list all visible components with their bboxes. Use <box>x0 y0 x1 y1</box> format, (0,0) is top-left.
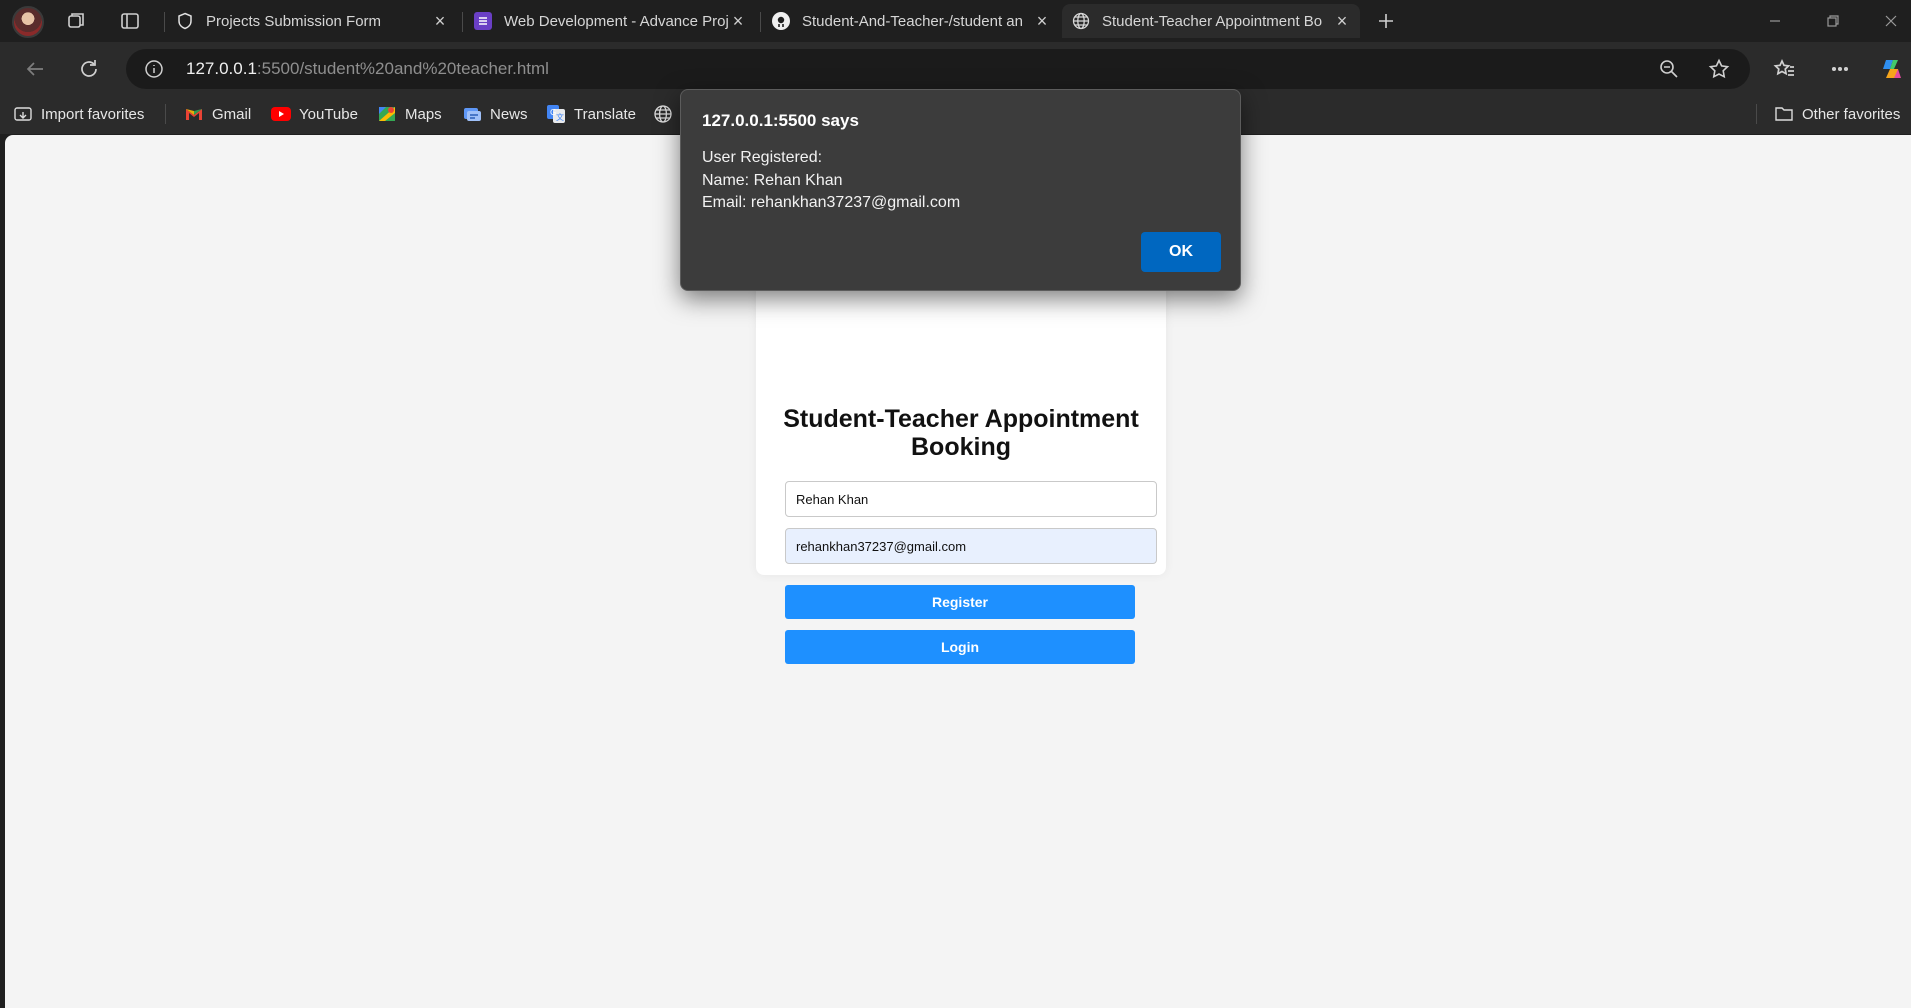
minimize-icon[interactable] <box>1764 10 1786 32</box>
url-text[interactable]: 127.0.0.1:5500/student%20and%20teacher.h… <box>186 59 549 79</box>
maps-icon <box>377 104 397 124</box>
address-bar[interactable]: 127.0.0.1:5500/student%20and%20teacher.h… <box>126 49 1750 89</box>
refresh-icon[interactable] <box>74 54 104 84</box>
tab-actions-icon[interactable] <box>116 8 144 34</box>
browser-toolbar: 127.0.0.1:5500/student%20and%20teacher.h… <box>0 42 1911 94</box>
fav-news[interactable]: News <box>462 102 528 126</box>
tab-title: Student-Teacher Appointment Bo <box>1102 12 1323 30</box>
favorites-icon[interactable] <box>1769 54 1799 84</box>
back-icon[interactable] <box>20 54 50 84</box>
email-input[interactable] <box>785 528 1157 564</box>
close-tab-icon[interactable]: × <box>1334 12 1350 30</box>
dialog-line: User Registered: <box>702 149 823 166</box>
dialog-title: 127.0.0.1:5500 says <box>702 111 859 130</box>
favorite-star-icon[interactable] <box>1708 58 1730 80</box>
copilot-icon[interactable] <box>1877 54 1907 84</box>
fav-label: Other favorites <box>1802 105 1901 123</box>
tab-strip: Projects Submission Form × Web Developme… <box>0 0 1911 42</box>
tab-appointment-booking[interactable]: Student-Teacher Appointment Bo × <box>1062 4 1360 38</box>
fav-label: Maps <box>405 105 442 123</box>
fav-label: Translate <box>574 105 636 123</box>
globe-icon <box>653 104 673 124</box>
workspaces-icon[interactable] <box>62 8 90 34</box>
import-icon <box>13 104 33 124</box>
close-tab-icon[interactable]: × <box>432 12 448 30</box>
dialog-line: Name: Rehan Khan <box>702 171 843 189</box>
svg-text:文: 文 <box>556 112 564 122</box>
translate-icon: G文 <box>546 104 566 124</box>
fav-label: YouTube <box>299 105 358 123</box>
fav-label: News <box>490 105 528 123</box>
login-button[interactable]: Login <box>785 630 1135 664</box>
more-options-icon[interactable] <box>1825 54 1855 84</box>
fav-label: Gmail <box>212 105 252 123</box>
tab-web-development[interactable]: Web Development - Advance Proj × <box>464 4 756 38</box>
register-button[interactable]: Register <box>785 585 1135 619</box>
tab-title: Web Development - Advance Proj <box>504 12 729 30</box>
youtube-icon <box>271 104 291 124</box>
booking-card: Student-Teacher Appointment Booking Regi… <box>756 255 1166 664</box>
fav-youtube[interactable]: YouTube <box>271 102 358 126</box>
fav-other-favorites[interactable]: Other favorites <box>1774 102 1900 126</box>
github-icon <box>772 12 790 30</box>
globe-icon <box>1072 12 1090 30</box>
shield-icon <box>176 12 194 30</box>
forms-icon <box>474 12 492 30</box>
new-tab-icon[interactable] <box>1372 8 1400 34</box>
fav-label: Import favorites <box>41 105 145 123</box>
profile-avatar[interactable] <box>12 6 44 38</box>
restore-icon[interactable] <box>1822 10 1844 32</box>
fav-gmail[interactable]: Gmail <box>184 102 251 126</box>
dialog-line: Email: rehankhan37237@gmail.com <box>702 194 961 211</box>
tab-projects-submission[interactable]: Projects Submission Form × <box>166 4 458 38</box>
tab-title: Student-And-Teacher-/student an <box>802 12 1023 30</box>
fav-globe[interactable] <box>653 102 681 126</box>
folder-icon <box>1774 104 1794 124</box>
site-info-icon[interactable] <box>144 59 164 79</box>
close-tab-icon[interactable]: × <box>1034 12 1050 30</box>
tab-github-repo[interactable]: Student-And-Teacher-/student an × <box>762 4 1060 38</box>
dialog-message: User Registered: Name: Rehan Khan Email:… <box>702 147 960 215</box>
zoom-icon[interactable] <box>1658 58 1680 80</box>
close-tab-icon[interactable]: × <box>730 12 746 30</box>
name-input[interactable] <box>785 481 1157 517</box>
fav-translate[interactable]: G文 Translate <box>546 102 636 126</box>
ok-button[interactable]: OK <box>1141 232 1221 272</box>
gmail-icon <box>184 104 204 124</box>
tab-title: Projects Submission Form <box>206 12 382 30</box>
page-title: Student-Teacher Appointment Booking <box>783 405 1139 461</box>
fav-maps[interactable]: Maps <box>377 102 442 126</box>
alert-dialog: 127.0.0.1:5500 says User Registered: Nam… <box>680 89 1241 291</box>
news-icon <box>462 104 482 124</box>
fav-import-favorites[interactable]: Import favorites <box>13 102 144 126</box>
close-window-icon[interactable] <box>1880 10 1902 32</box>
